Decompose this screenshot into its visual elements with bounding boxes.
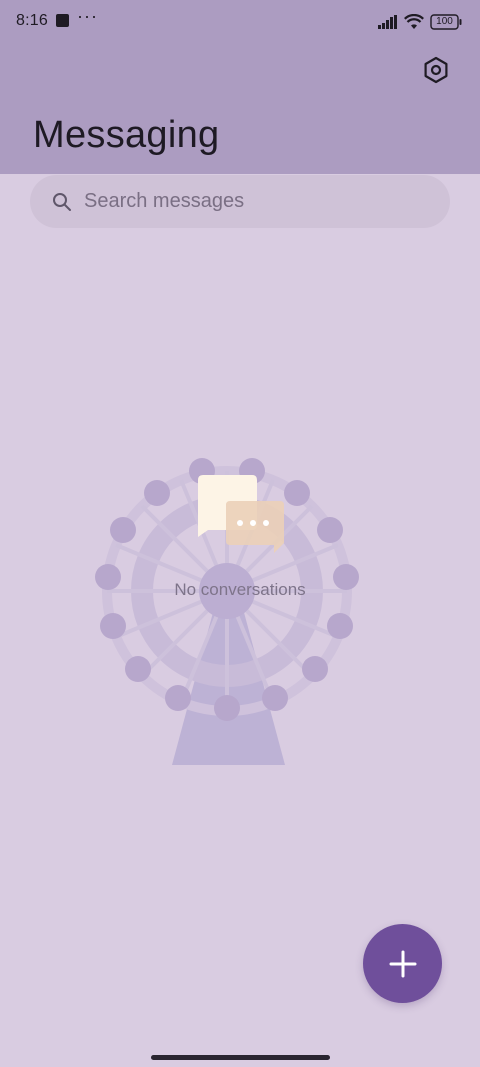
- settings-button[interactable]: [420, 54, 452, 86]
- search-input[interactable]: [84, 175, 434, 228]
- plus-icon: [389, 950, 416, 977]
- status-bar: 8:16 ··· 100: [0, 0, 480, 44]
- search-bar[interactable]: [30, 175, 450, 228]
- signal-icon: [378, 15, 397, 29]
- navigation-handle[interactable]: [151, 1055, 330, 1060]
- status-right-group: 100: [378, 12, 462, 32]
- battery-level: 100: [436, 16, 453, 27]
- gear-icon: [424, 56, 448, 84]
- new-conversation-button[interactable]: [363, 924, 442, 1003]
- app-notification-icon: [56, 14, 69, 27]
- status-time: 8:16: [16, 12, 48, 29]
- empty-state-message: No conversations: [174, 580, 306, 599]
- wifi-icon: [404, 14, 424, 29]
- battery-indicator: 100: [430, 14, 462, 30]
- search-icon: [53, 193, 71, 211]
- status-more-indicator: ···: [77, 6, 98, 26]
- ferris-wheel-illustration: [95, 458, 359, 765]
- page-title: Messaging: [33, 114, 220, 156]
